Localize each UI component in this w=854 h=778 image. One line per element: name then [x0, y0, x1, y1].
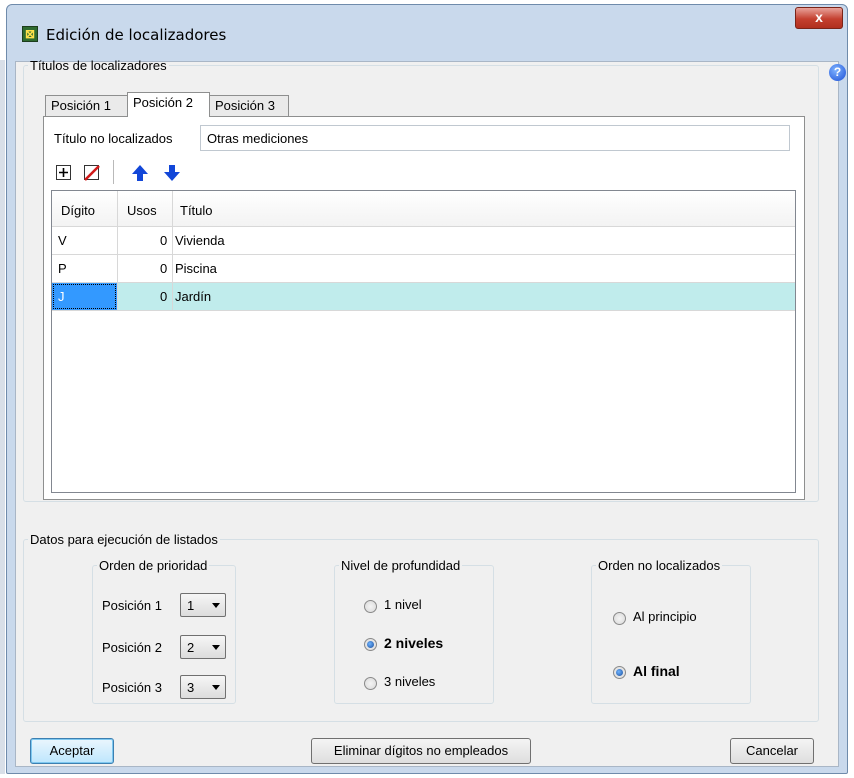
- order-radio-start[interactable]: [613, 612, 626, 625]
- title-cell: Piscina: [175, 261, 217, 276]
- tab-position-1[interactable]: Posición 1: [45, 95, 128, 117]
- uses-cell: 0: [160, 289, 168, 304]
- title-cell: Jardín: [175, 289, 212, 304]
- priority-label-3: Posición 3: [102, 680, 162, 695]
- digit-cell[interactable]: J: [52, 283, 117, 310]
- delete-row-icon[interactable]: [83, 164, 101, 182]
- unlocated-order-group-title: Orden no localizados: [598, 558, 721, 573]
- accept-button[interactable]: Aceptar: [30, 738, 114, 764]
- help-icon[interactable]: ?: [829, 64, 846, 81]
- depth-radio-1[interactable]: [364, 600, 377, 613]
- depth-radio-1-label[interactable]: 1 nivel: [384, 597, 422, 612]
- window-shadow-edge: [0, 60, 5, 774]
- not-located-title-label: Título no localizados: [54, 131, 173, 146]
- depth-radio-3-label[interactable]: 3 niveles: [384, 674, 435, 689]
- table-row[interactable]: V 0 Vivienda: [52, 227, 795, 255]
- priority-select-2-value: 2: [187, 640, 195, 655]
- priority-select-1-value: 1: [187, 598, 195, 613]
- depth-radio-2-label[interactable]: 2 niveles: [384, 635, 443, 651]
- window-title: Edición de localizadores: [46, 26, 227, 44]
- column-divider: [117, 191, 118, 310]
- title-bar[interactable]: ⊠ Edición de localizadores x: [7, 5, 847, 45]
- add-row-icon[interactable]: [55, 164, 73, 182]
- not-located-title-input[interactable]: [200, 125, 790, 151]
- uses-cell: 0: [160, 233, 168, 248]
- remove-unused-digits-button[interactable]: Eliminar dígitos no empleados: [311, 738, 531, 764]
- table-row[interactable]: P 0 Piscina: [52, 255, 795, 283]
- order-radio-end-label[interactable]: Al final: [633, 663, 680, 679]
- priority-select-1[interactable]: 1: [180, 593, 226, 617]
- depth-radio-3[interactable]: [364, 677, 377, 690]
- listing-group-title: Datos para ejecución de listados: [30, 532, 218, 547]
- column-header-title[interactable]: Título: [180, 203, 213, 218]
- table-header: Dígito Usos Título: [52, 191, 795, 227]
- locators-group-title: Títulos de localizadores: [30, 58, 167, 73]
- tab-position-3[interactable]: Posición 3: [209, 95, 289, 117]
- table-row-selected[interactable]: J 0 Jardín: [52, 283, 795, 311]
- close-button[interactable]: x: [795, 7, 843, 29]
- digit-cell: V: [58, 233, 67, 248]
- depth-radio-2[interactable]: [364, 638, 377, 651]
- chevron-down-icon: [212, 603, 220, 608]
- column-divider: [172, 191, 173, 310]
- chevron-down-icon: [212, 685, 220, 690]
- move-up-icon[interactable]: [131, 164, 149, 182]
- digit-cell: P: [58, 261, 67, 276]
- title-cell: Vivienda: [175, 233, 225, 248]
- tab-position-2[interactable]: Posición 2: [127, 92, 210, 117]
- depth-group-title: Nivel de profundidad: [341, 558, 461, 573]
- app-icon: ⊠: [22, 26, 38, 42]
- cancel-button[interactable]: Cancelar: [730, 738, 814, 764]
- priority-label-1: Posición 1: [102, 598, 162, 613]
- column-header-uses[interactable]: Usos: [127, 203, 157, 218]
- priority-select-3[interactable]: 3: [180, 675, 226, 699]
- priority-group-title: Orden de prioridad: [99, 558, 208, 573]
- priority-select-3-value: 3: [187, 680, 195, 695]
- column-header-digit[interactable]: Dígito: [61, 203, 95, 218]
- unlocated-order-group: Orden no localizados: [591, 558, 751, 704]
- move-down-icon[interactable]: [163, 164, 181, 182]
- chevron-down-icon: [212, 645, 220, 650]
- order-radio-start-label[interactable]: Al principio: [633, 609, 697, 624]
- priority-select-2[interactable]: 2: [180, 635, 226, 659]
- locators-table[interactable]: Dígito Usos Título V 0 Vivienda P 0 Pisc…: [51, 190, 796, 493]
- order-radio-end[interactable]: [613, 666, 626, 679]
- toolbar-separator: [113, 160, 114, 184]
- uses-cell: 0: [160, 261, 168, 276]
- priority-label-2: Posición 2: [102, 640, 162, 655]
